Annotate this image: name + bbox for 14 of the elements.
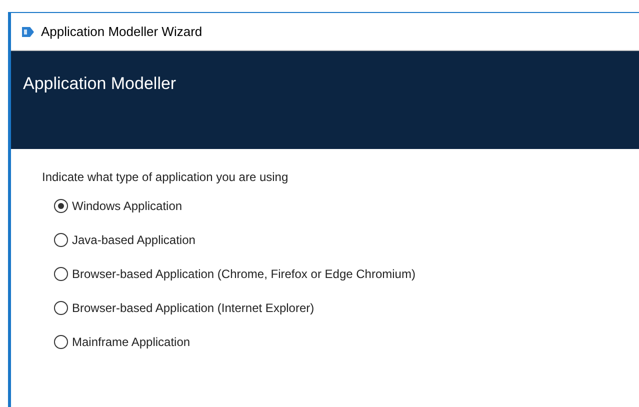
radio-button[interactable] <box>54 301 68 315</box>
radio-button[interactable] <box>54 233 68 247</box>
radio-button[interactable] <box>54 199 68 213</box>
header-title: Application Modeller <box>23 74 176 93</box>
radio-button[interactable] <box>54 267 68 281</box>
option-label[interactable]: Java-based Application <box>72 231 196 249</box>
option-label[interactable]: Windows Application <box>72 197 182 215</box>
option-label[interactable]: Browser-based Application (Chrome, Firefox or Edge Chromium) <box>72 265 416 283</box>
window-title: Application Modeller Wizard <box>41 22 202 41</box>
prompt-text: Indicate what type of application you are using <box>42 170 290 184</box>
app-icon <box>21 26 35 38</box>
option-label[interactable]: Browser-based Application (Internet Explorer) <box>72 299 314 317</box>
option-label[interactable]: Mainframe Application <box>72 333 190 351</box>
radio-button[interactable] <box>54 335 68 349</box>
